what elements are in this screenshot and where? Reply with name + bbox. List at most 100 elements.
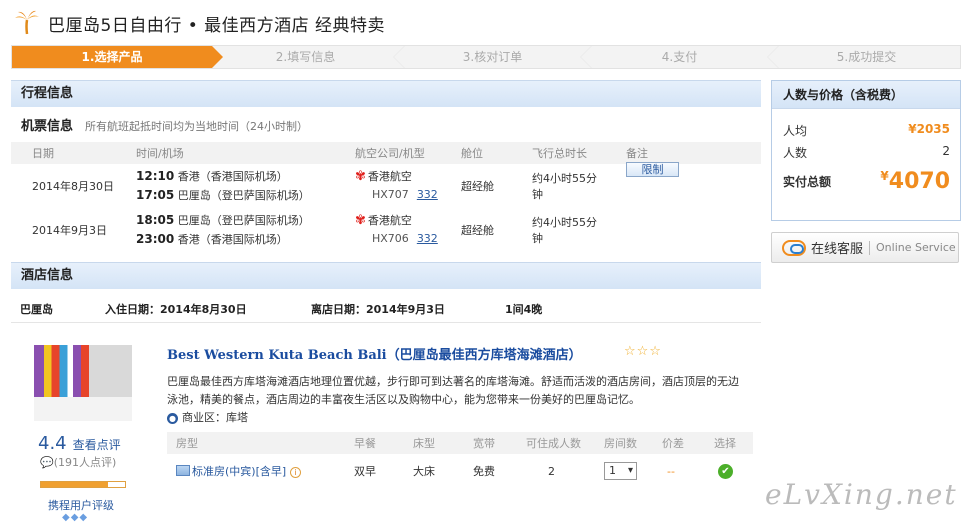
dep-airport: 香港（香港国际机场） [177, 170, 288, 183]
col-time-airport: 时间/机场 [115, 142, 334, 164]
room-bed: 大床 [413, 465, 435, 478]
room-type-link[interactable]: 标准房(中宾)[含早] [192, 465, 286, 478]
review-count-text: (191人点评) [53, 456, 117, 469]
flight-date: 2014年8月30日 [32, 180, 114, 193]
flight-number: HX707 [372, 188, 409, 201]
room-type-cell: 标准房(中宾)[含早] i [167, 454, 345, 488]
dep-time: 12:10 [136, 169, 175, 183]
flight-row: 2014年9月3日 18:05 巴厘岛（登巴萨国际机场） 23:00 香港（香港… [11, 208, 761, 252]
people-count-label: 人数 [783, 146, 808, 160]
restriction-button[interactable]: 限制 [626, 161, 679, 177]
airline-name: 香港航空 [367, 214, 412, 227]
flight-airline: ✾ 香港航空 HX707 332 [334, 164, 440, 208]
hk-airlines-logo-icon: ✾ [355, 169, 366, 184]
col-select: 选择 [705, 432, 753, 454]
flight-times: 18:05 巴厘岛（登巴萨国际机场） 23:00 香港（香港国际机场） [115, 208, 334, 252]
diamond-rating-icon: ◆◆◆ [62, 512, 89, 523]
room-table: 房型 早餐 床型 宽带 可住成人数 房间数 价差 选择 标准房(中宾)[含早] i… [167, 432, 753, 488]
col-date: 日期 [11, 142, 115, 164]
hotel-score: 4.4 查看点评 [38, 433, 121, 454]
room-broadband: 免费 [473, 465, 495, 478]
flight-duration: 约4小时55分钟 [532, 172, 597, 201]
flight-cabin: 超经舱 [461, 224, 494, 237]
step-fill-info: 2.填写信息 [212, 46, 405, 68]
flight-airline: ✾ 香港航空 HX706 332 [334, 208, 440, 252]
online-service-button[interactable]: 在线客服 Online Service [771, 232, 959, 263]
room-breakfast: 双早 [354, 465, 376, 478]
flight-date: 2014年9月3日 [32, 224, 107, 237]
step-check-order: 3.核对订单 [399, 46, 592, 68]
room-quantity-select[interactable]: 1 [604, 462, 637, 480]
col-duration: 飞行总时长 [511, 142, 605, 164]
room-row: 标准房(中宾)[含早] i 双早 大床 免费 2 1 -- ✔ [167, 454, 753, 488]
checkin-date: 入住日期：2014年8月30日 [105, 302, 247, 316]
flight-duration: 约4小时55分钟 [532, 216, 597, 245]
checkout-date: 离店日期：2014年9月3日 [311, 302, 445, 316]
info-icon[interactable]: i [290, 467, 302, 478]
progress-steps: 1.选择产品 2.填写信息 3.核对订单 4.支付 5.成功提交 [11, 45, 961, 69]
room-qty-cell: 1 [595, 454, 653, 488]
hotel-area-text: 商业区：库塔 [182, 411, 248, 424]
flight-cabin: 超经舱 [461, 180, 494, 193]
rooms-nights: 1间4晚 [505, 302, 543, 316]
per-person-label: 人均 [783, 124, 808, 138]
col-airline: 航空公司/机型 [334, 142, 440, 164]
comment-bubble-icon: 💬 [40, 456, 54, 469]
arr-time: 23:00 [136, 232, 175, 246]
page-header: 巴厘岛5日自由行 • 最佳西方酒店 经典特卖 [14, 8, 385, 38]
itinerary-section-title: 行程信息 [11, 80, 761, 107]
hotel-photo[interactable] [34, 345, 132, 421]
location-pin-icon: ● [167, 413, 178, 424]
currency-symbol: ¥ [880, 169, 889, 183]
flight-heading: 机票信息 [21, 119, 74, 134]
total-amount: 4070 [888, 169, 950, 194]
room-price-diff: -- [667, 464, 675, 478]
col-breakfast: 早餐 [345, 432, 404, 454]
hotel-area: ● 商业区：库塔 [167, 409, 248, 425]
room-adults: 2 [548, 464, 555, 478]
price-summary-panel: 人数与价格（含税费） 人均 ¥2035 人数 2 实付总额 ¥4070 [771, 80, 961, 221]
hotel-name-link[interactable]: Best Western Kuta Beach Bali（巴厘岛最佳西方库塔海滩… [167, 344, 582, 363]
hotel-description: 巴厘岛最佳西方库塔海滩酒店地理位置优越，步行即可到达著名的库塔海滩。舒适而活泼的… [167, 375, 739, 406]
arr-airport: 巴厘岛（登巴萨国际机场） [177, 189, 310, 202]
room-photo-icon[interactable] [176, 465, 190, 476]
flight-time-note: 所有航班起抵时间均为当地时间（24小时制） [85, 120, 309, 133]
step-pay: 4.支付 [586, 46, 779, 68]
user-rating-label: 携程用户评级 [48, 499, 114, 512]
rating-bar [40, 481, 126, 488]
flight-times: 12:10 香港（香港国际机场） 17:05 巴厘岛（登巴萨国际机场） [115, 164, 334, 208]
per-person-price: ¥2035 [908, 122, 950, 136]
online-service-en: Online Service [876, 241, 956, 254]
dep-airport: 巴厘岛（登巴萨国际机场） [177, 214, 310, 227]
page-title: 巴厘岛5日自由行 • 最佳西方酒店 经典特卖 [48, 15, 386, 36]
score-value: 4.4 [38, 433, 67, 454]
chat-bubble-icon [782, 239, 806, 256]
dep-time: 18:05 [136, 213, 175, 227]
price-panel-title: 人数与价格（含税费） [772, 81, 960, 109]
room-table-header: 房型 早餐 床型 宽带 可住成人数 房间数 价差 选择 [167, 432, 753, 454]
flight-table: 日期 时间/机场 航空公司/机型 舱位 飞行总时长 备注 2014年8月30日 … [11, 142, 761, 252]
total-price: ¥4070 [880, 169, 950, 194]
review-count: 💬(191人点评) [40, 454, 116, 470]
view-reviews-link[interactable]: 查看点评 [73, 436, 121, 453]
selected-check-icon[interactable]: ✔ [718, 463, 733, 479]
total-row: 实付总额 ¥4070 [783, 169, 950, 194]
hotel-city: 巴厘岛 [20, 302, 53, 316]
room-select-cell: ✔ [705, 454, 753, 488]
flight-remark: 限制 [605, 161, 761, 208]
airline-name: 香港航空 [367, 170, 412, 183]
site-watermark: eLvXing.net [765, 478, 958, 511]
hk-airlines-logo-icon: ✾ [355, 213, 366, 228]
flight-remark [605, 208, 761, 252]
flight-info-heading: 机票信息 所有航班起抵时间均为当地时间（24小时制） [21, 115, 308, 134]
plane-type-link[interactable]: 332 [417, 188, 438, 201]
total-label: 实付总额 [783, 175, 832, 189]
col-room-count: 房间数 [595, 432, 653, 454]
plane-type-link[interactable]: 332 [417, 232, 438, 245]
col-price-diff: 价差 [653, 432, 705, 454]
col-adults: 可住成人数 [517, 432, 595, 454]
step-select-product: 1.选择产品 [12, 46, 223, 68]
col-cabin: 舱位 [440, 142, 511, 164]
palm-tree-logo-icon [15, 10, 39, 35]
col-bed: 床型 [404, 432, 464, 454]
